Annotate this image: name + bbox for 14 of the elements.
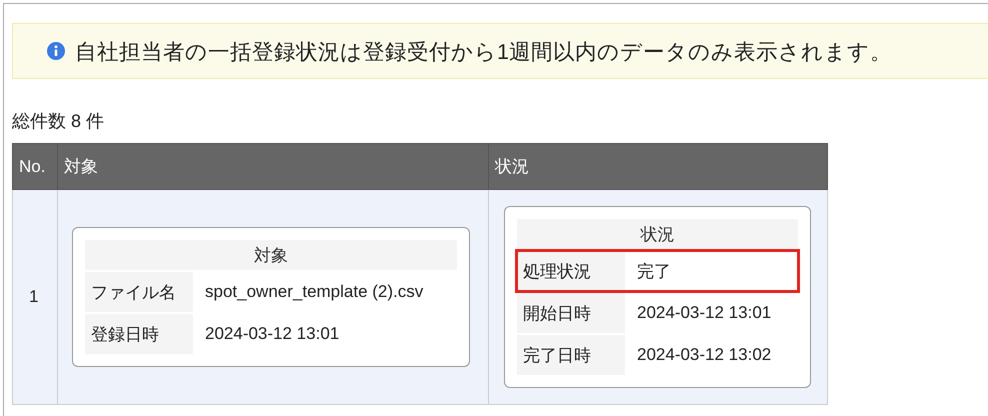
field-label: 登録日時 — [85, 314, 193, 354]
field-label: 完了日時 — [517, 335, 625, 375]
field-label: ファイル名 — [85, 272, 193, 312]
info-message: 自社担当者の一括登録状況は登録受付から1週間以内のデータのみ表示されます。 — [75, 38, 892, 66]
row-number: 1 — [12, 190, 58, 404]
total-count: 総件数 8 件 — [12, 110, 106, 133]
field-label: 開始日時 — [517, 293, 625, 333]
info-icon — [47, 42, 65, 60]
card-title: 状況 — [517, 219, 798, 249]
column-header: 状況 — [488, 144, 828, 190]
column-header: 対象 — [58, 144, 488, 190]
field-label: 処理状況 — [517, 251, 625, 291]
column-header: No. — [12, 144, 58, 190]
card-title: 対象 — [85, 240, 457, 270]
